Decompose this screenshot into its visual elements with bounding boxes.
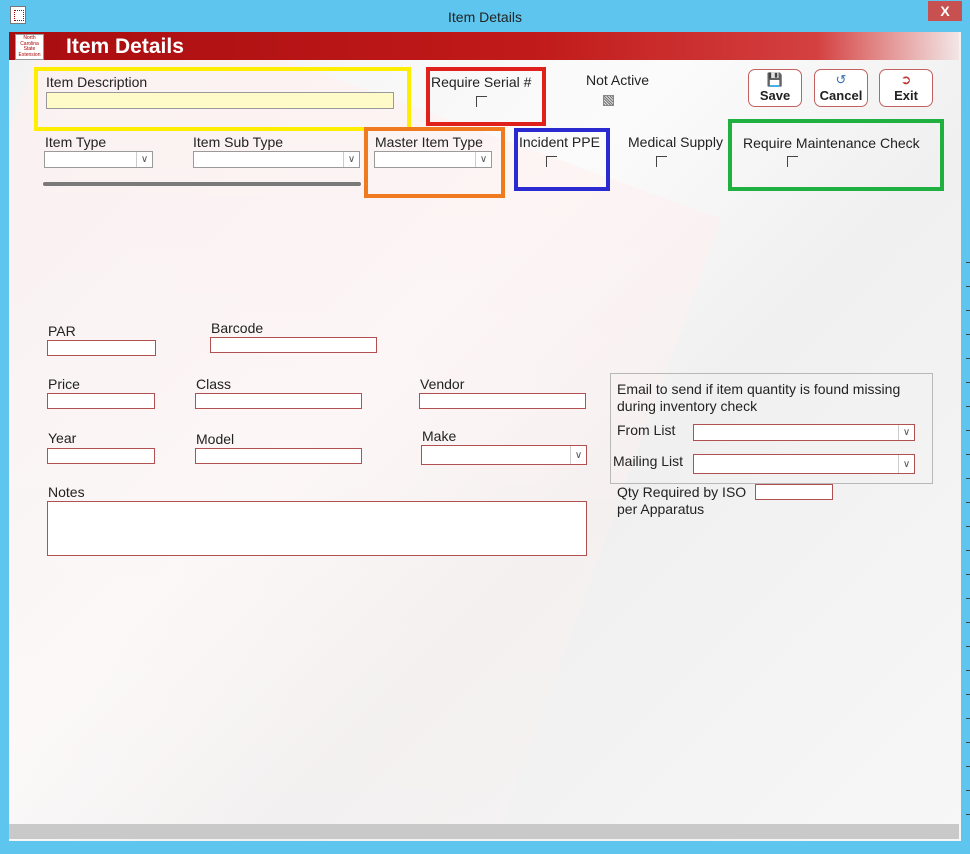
edge-tick xyxy=(966,286,970,287)
mailing-list-select[interactable]: ∨ xyxy=(693,454,915,474)
edge-tick xyxy=(966,574,970,575)
edge-tick xyxy=(966,526,970,527)
item-type-label: Item Type xyxy=(45,134,107,150)
edge-tick xyxy=(966,262,970,263)
edge-tick xyxy=(966,550,970,551)
edge-tick xyxy=(966,454,970,455)
page-title: Item Details xyxy=(66,35,184,58)
edge-tick xyxy=(966,406,970,407)
from-list-select[interactable]: ∨ xyxy=(693,424,915,441)
class-input[interactable] xyxy=(195,393,362,409)
model-label: Model xyxy=(196,431,235,447)
barcode-input[interactable] xyxy=(210,337,377,353)
notes-textarea[interactable] xyxy=(47,501,587,556)
mailing-list-label: Mailing List xyxy=(613,453,684,469)
not-active-label: Not Active xyxy=(586,72,650,88)
edge-tick xyxy=(966,334,970,335)
model-input[interactable] xyxy=(195,448,362,464)
edge-tick xyxy=(966,718,970,719)
from-list-label: From List xyxy=(617,422,676,438)
edge-tick xyxy=(966,310,970,311)
par-input[interactable] xyxy=(47,340,156,356)
chevron-down-icon[interactable]: ∨ xyxy=(570,446,586,464)
edge-tick xyxy=(966,766,970,767)
edge-tick xyxy=(966,814,970,815)
chevron-down-icon[interactable]: ∨ xyxy=(898,455,914,473)
save-label: Save xyxy=(759,88,791,103)
close-button[interactable]: X xyxy=(928,1,962,21)
exit-door-icon: ➲ xyxy=(900,72,912,87)
class-label: Class xyxy=(196,376,232,392)
year-input[interactable] xyxy=(47,448,155,464)
cancel-button[interactable]: ↺ Cancel xyxy=(814,69,868,107)
highlight-yellow xyxy=(34,67,411,131)
qty-required-label: Qty Required by ISO per Apparatus xyxy=(617,484,747,517)
highlight-orange xyxy=(364,127,505,198)
chevron-down-icon[interactable]: ∨ xyxy=(898,425,914,440)
item-sub-type-label: Item Sub Type xyxy=(193,134,284,150)
save-button[interactable]: 💾 Save xyxy=(748,69,802,107)
edge-tick xyxy=(966,670,970,671)
undo-icon: ↺ xyxy=(835,72,847,87)
edge-tick xyxy=(966,358,970,359)
email-group-box: Email to send if item quantity is found … xyxy=(610,373,933,484)
year-label: Year xyxy=(48,430,77,446)
edge-tick xyxy=(966,430,970,431)
exit-button[interactable]: ➲ Exit xyxy=(879,69,933,107)
make-select[interactable]: ∨ xyxy=(421,445,587,465)
edge-tick xyxy=(966,622,970,623)
status-strip xyxy=(9,824,959,839)
title-bar: Item Details X xyxy=(0,0,970,32)
highlight-red xyxy=(426,67,546,126)
edge-tick xyxy=(966,502,970,503)
header-bar: North Carolina State Extension Item Deta… xyxy=(9,32,959,60)
not-active-checkbox[interactable] xyxy=(603,95,614,106)
edge-tick xyxy=(966,742,970,743)
vendor-label: Vendor xyxy=(420,376,465,392)
edge-tick xyxy=(966,478,970,479)
item-type-select[interactable]: ∨ xyxy=(44,151,153,168)
vendor-input[interactable] xyxy=(419,393,586,409)
logo: North Carolina State Extension xyxy=(15,34,44,60)
chevron-down-icon[interactable]: ∨ xyxy=(136,152,152,167)
highlight-green xyxy=(728,119,944,191)
medical-supply-checkbox[interactable] xyxy=(656,156,667,167)
save-icon: 💾 xyxy=(766,72,784,87)
edge-tick xyxy=(966,382,970,383)
edge-tick xyxy=(966,694,970,695)
highlight-blue xyxy=(514,128,610,191)
qty-required-input[interactable] xyxy=(755,484,833,500)
window-title: Item Details xyxy=(448,9,522,25)
notes-label: Notes xyxy=(48,484,85,500)
medical-supply-label: Medical Supply xyxy=(628,134,723,150)
edge-tick xyxy=(966,646,970,647)
barcode-label: Barcode xyxy=(211,320,264,336)
email-group-heading: Email to send if item quantity is found … xyxy=(617,381,901,414)
price-input[interactable] xyxy=(47,393,155,409)
divider-bar xyxy=(43,182,361,186)
par-label: PAR xyxy=(48,323,76,339)
exit-label: Exit xyxy=(894,88,918,103)
edge-tick xyxy=(966,790,970,791)
chevron-down-icon[interactable]: ∨ xyxy=(343,152,359,167)
cancel-label: Cancel xyxy=(819,88,863,103)
item-sub-type-select[interactable]: ∨ xyxy=(193,151,360,168)
form-client-area: North Carolina State Extension Item Deta… xyxy=(9,32,961,841)
make-label: Make xyxy=(422,428,457,444)
edge-tick xyxy=(966,598,970,599)
price-label: Price xyxy=(48,376,80,392)
